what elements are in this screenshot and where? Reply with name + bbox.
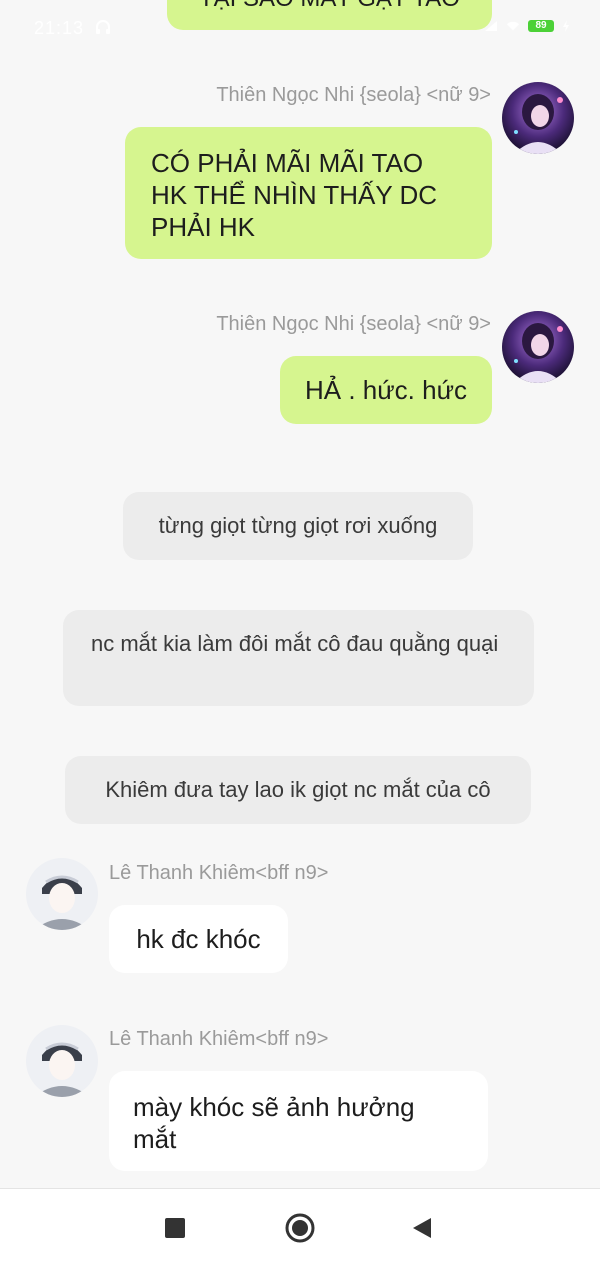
sender-name: Thiên Ngọc Nhi {seola} <nữ 9> (216, 313, 491, 335)
sender-name: Lê Thanh Khiêm<bff n9> (109, 862, 329, 884)
message-bubble[interactable]: CÓ PHẢI MÃI MÃI TAO HK THỂ NHÌN THẤY DC … (125, 127, 492, 259)
narration-bubble[interactable]: Khiêm đưa tay lao ik giọt nc mắt của cô (65, 756, 531, 824)
avatar[interactable] (26, 858, 98, 930)
battery-level: 89 (528, 20, 554, 32)
status-time: 21:13 (34, 18, 85, 38)
back-button[interactable] (411, 1217, 433, 1244)
sender-name: Thiên Ngọc Nhi {seola} <nữ 9> (216, 84, 491, 106)
home-button[interactable] (285, 1213, 315, 1248)
avatar[interactable] (502, 311, 574, 383)
message-text: HẢ . hức. hức (305, 375, 467, 405)
wifi-icon (506, 21, 520, 31)
status-bar: 21:13 89 (0, 0, 600, 60)
circle-icon (285, 1213, 315, 1243)
narration-text: Khiêm đưa tay lao ik giọt nc mắt của cô (105, 777, 491, 802)
status-icons: 89 (484, 20, 570, 32)
navigation-bar (0, 1188, 600, 1268)
signal-icon (485, 21, 497, 31)
charging-icon (563, 20, 569, 32)
avatar[interactable] (502, 82, 574, 154)
message-text: mày khóc sẽ ảnh hưởng mắt (133, 1092, 415, 1154)
square-icon (165, 1218, 185, 1238)
narration-text: từng giọt từng giọt rơi xuống (158, 513, 438, 538)
triangle-back-icon (413, 1218, 431, 1238)
sender-name: Lê Thanh Khiêm<bff n9> (109, 1028, 329, 1050)
message-bubble[interactable]: mày khóc sẽ ảnh hưởng mắt (109, 1071, 488, 1171)
message-bubble[interactable]: hk đc khóc (109, 905, 288, 973)
message-text: CÓ PHẢI MÃI MÃI TAO HK THỂ NHÌN THẤY DC … (151, 148, 438, 242)
narration-bubble[interactable]: nc mắt kia làm đôi mắt cô đau quằng quại (63, 610, 534, 706)
avatar[interactable] (26, 1025, 98, 1097)
headphones-icon (94, 18, 112, 41)
message-text: hk đc khóc (136, 924, 261, 954)
narration-text: nc mắt kia làm đôi mắt cô đau quằng quại (91, 631, 499, 656)
narration-bubble[interactable]: từng giọt từng giọt rơi xuống (123, 492, 473, 560)
recents-button[interactable] (164, 1217, 186, 1244)
message-bubble[interactable]: HẢ . hức. hức (280, 356, 492, 424)
